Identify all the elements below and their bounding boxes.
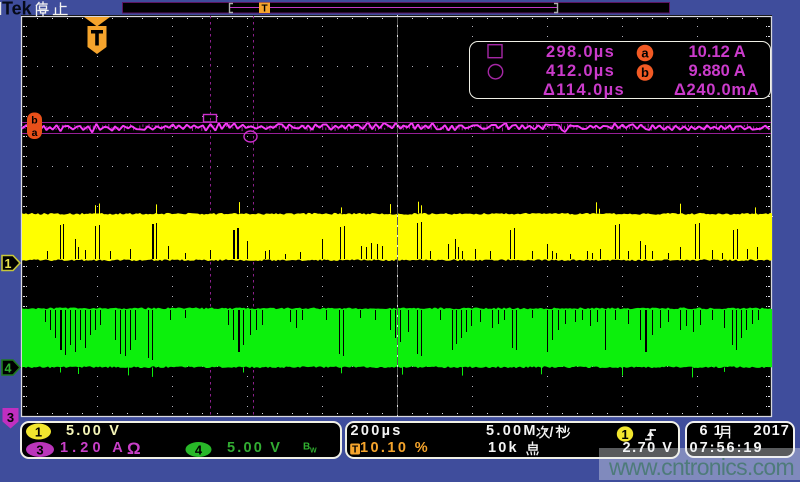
svg-text:a: a [32,127,38,139]
svg-text:Tek: Tek [2,0,33,19]
svg-text:3: 3 [36,442,43,457]
svg-text:1: 1 [35,424,42,439]
svg-text:1: 1 [5,257,12,271]
svg-text:4: 4 [195,442,203,457]
svg-text:1: 1 [621,426,628,441]
svg-text:/: / [549,424,553,439]
svg-text:W: W [310,447,317,454]
svg-text:a: a [641,45,649,60]
svg-text:3: 3 [7,410,14,425]
svg-text:b: b [31,115,37,127]
svg-text:b: b [641,65,649,80]
svg-text:T: T [352,444,358,455]
svg-text:T: T [261,4,267,15]
svg-text:4: 4 [5,362,12,376]
